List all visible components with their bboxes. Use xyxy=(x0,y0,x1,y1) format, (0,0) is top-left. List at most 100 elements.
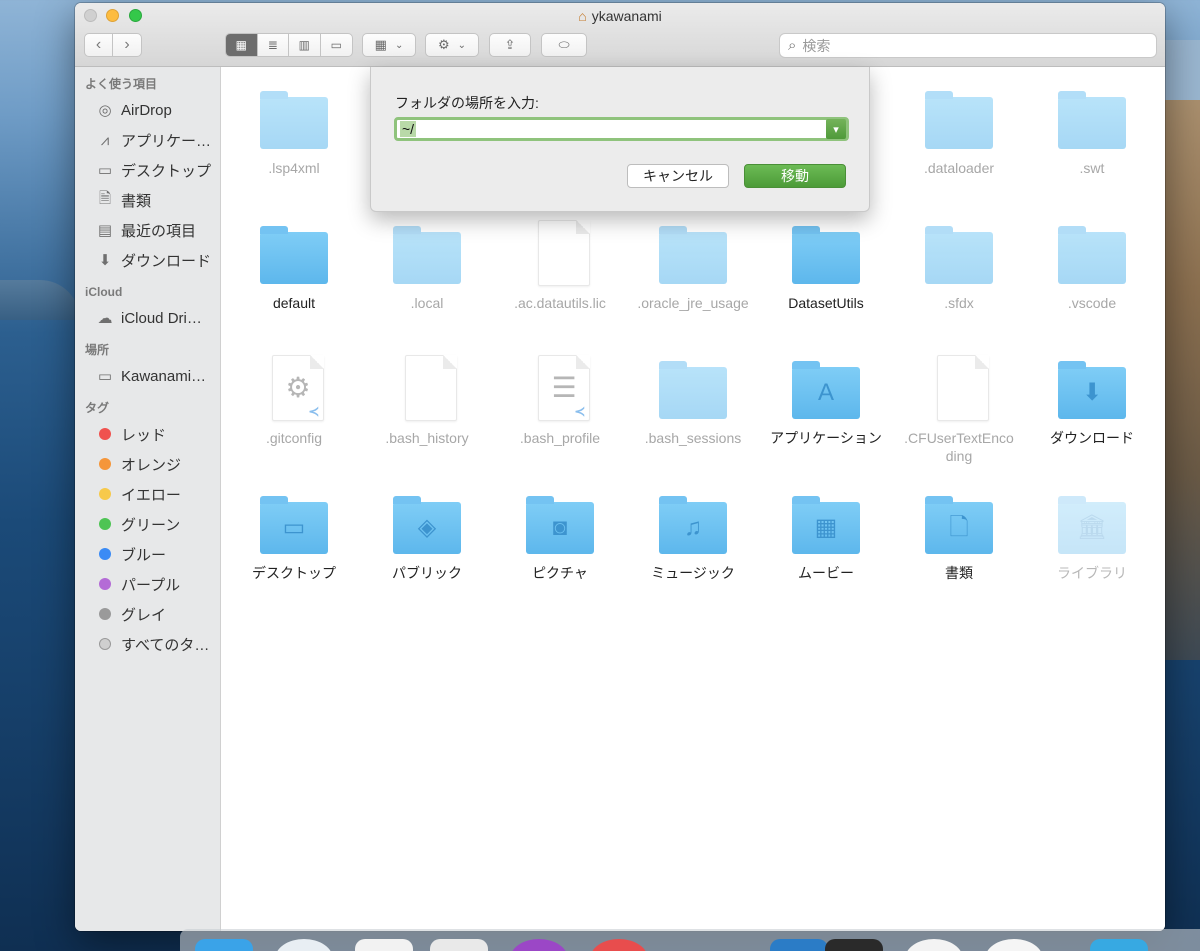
dock-app-vscode[interactable] xyxy=(770,939,828,951)
sidebar-item-tag-1[interactable]: オレンジ xyxy=(75,449,220,479)
search-field[interactable]: ⌕ 検索 xyxy=(779,33,1157,58)
dock-app-music[interactable] xyxy=(590,939,648,951)
sidebar-item-tag-4[interactable]: ブルー xyxy=(75,539,220,569)
file-item[interactable]: 🏛 ライブラリ xyxy=(1026,490,1158,582)
folder-icon xyxy=(1056,85,1128,149)
sidebar-item-label: レッド xyxy=(121,426,167,444)
sidebar-item-tag-6[interactable]: グレイ xyxy=(75,599,220,629)
chevron-left-icon: ‹ xyxy=(95,36,102,53)
folder-badge-icon: ♫ xyxy=(684,514,702,541)
file-item[interactable]: .ac.datautils.lic xyxy=(494,220,626,312)
sidebar-item-label: ダウンロード xyxy=(121,252,212,270)
document-icon: ☰ ≺ xyxy=(524,355,596,421)
file-item[interactable]: ▦ ムービー xyxy=(760,490,892,582)
file-item[interactable]: ☰ ≺ .bash_profile xyxy=(494,355,626,447)
dock-app-calendar[interactable] xyxy=(355,939,413,951)
dock-app-terminal[interactable] xyxy=(825,939,883,951)
file-name-label: 書類 xyxy=(945,565,973,581)
folder-badge-icon: ▦ xyxy=(814,514,838,541)
back-button[interactable]: ‹ xyxy=(85,34,114,56)
tag-button[interactable]: ⬭ xyxy=(541,33,587,57)
sidebar-item-favorite-2[interactable]: ▭ デスクトップ xyxy=(75,155,220,185)
file-item[interactable]: ⬇ ダウンロード xyxy=(1026,355,1158,447)
sidebar-item-favorite-0[interactable]: ◎ AirDrop xyxy=(75,95,220,125)
goto-folder-value: ~/ xyxy=(400,121,417,137)
file-name-label: .dataloader xyxy=(923,160,995,176)
go-button[interactable]: 移動 xyxy=(744,164,846,188)
file-item[interactable]: .lsp4xml xyxy=(228,85,360,177)
file-name-label: ダウンロード xyxy=(1050,430,1134,446)
dock-app-chrome[interactable] xyxy=(905,939,963,951)
sidebar-item-label: ブルー xyxy=(121,546,167,564)
sidebar-item-tag-3[interactable]: グリーン xyxy=(75,509,220,539)
folder-icon xyxy=(923,220,995,284)
file-item[interactable]: ◙ ピクチャ xyxy=(494,490,626,582)
folder-badge-icon: ◈ xyxy=(417,514,437,541)
sidebar-item-tag-5[interactable]: パープル xyxy=(75,569,220,599)
dock-app-finder[interactable] xyxy=(195,939,253,951)
cancel-button[interactable]: キャンセル xyxy=(627,164,729,188)
text-file-icon: ☰ xyxy=(551,372,577,403)
sidebar-item-tag-0[interactable]: レッド xyxy=(75,419,220,449)
downloads-icon: ⬇ xyxy=(98,252,112,269)
share-icon: ⇪ xyxy=(504,37,516,52)
document-icon: ⚙ ≺ xyxy=(258,355,330,421)
window-title-text: ykawanami xyxy=(591,8,662,24)
file-item[interactable]: A アプリケーション xyxy=(760,355,892,447)
sidebar-item-label: 最近の項目 xyxy=(121,222,197,240)
sidebar-item-tag-7[interactable]: すべてのタ… xyxy=(75,629,220,659)
goto-folder-input[interactable]: ~/ ▾ xyxy=(394,117,849,141)
file-item[interactable]: ♫ ミュージック xyxy=(627,490,759,582)
sidebar-item-favorite-5[interactable]: ⬇ ダウンロード xyxy=(75,245,220,275)
sidebar-item-label: オレンジ xyxy=(121,456,182,474)
sidebar-item-favorite-4[interactable]: ▤ 最近の項目 xyxy=(75,215,220,245)
icon-view-button[interactable]: ▦ xyxy=(226,34,258,56)
sidebar: よく使う項目 ◎ AirDrop ⩘ アプリケー… ▭ デスクトップ 🗎 書類 ▤ 最近の項目 ⬇ ダ… xyxy=(75,67,221,931)
file-item[interactable]: .swt xyxy=(1026,85,1158,177)
file-item[interactable]: ⚙ ≺ .gitconfig xyxy=(228,355,360,447)
chevron-down-icon: ▾ xyxy=(833,123,839,136)
file-item[interactable]: .bash_history xyxy=(361,355,493,447)
desktop-wallpaper-hill xyxy=(0,280,80,320)
file-name-label: .lsp4xml xyxy=(268,160,320,176)
sidebar-item-favorite-3[interactable]: 🗎 書類 xyxy=(75,185,220,215)
sidebar-item-favorite-1[interactable]: ⩘ アプリケー… xyxy=(75,125,220,155)
file-item[interactable]: ◈ パブリック xyxy=(361,490,493,582)
recents-icon: ▤ xyxy=(97,222,113,239)
file-item[interactable]: .vscode xyxy=(1026,220,1158,312)
group-by-button[interactable]: ▦ ⌄ xyxy=(362,33,416,57)
document-icon xyxy=(524,220,596,286)
sidebar-item-tag-2[interactable]: イエロー xyxy=(75,479,220,509)
dock-app-safari[interactable] xyxy=(275,939,333,951)
sidebar-item-location-0[interactable]: ▭ Kawanami… xyxy=(75,361,220,391)
gear-icon: ⚙ xyxy=(285,372,311,403)
dock-app-notes[interactable] xyxy=(430,939,488,951)
document-icon xyxy=(923,355,995,421)
file-item[interactable]: .oracle_jre_usage xyxy=(627,220,759,312)
file-item[interactable]: .bash_sessions xyxy=(627,355,759,447)
file-item[interactable]: .CFUserTextEncoding xyxy=(893,355,1025,465)
dock-app-podcasts[interactable] xyxy=(510,939,568,951)
dock-app-downloads[interactable] xyxy=(1090,939,1148,951)
file-name-label: .local xyxy=(410,295,444,311)
file-item[interactable]: .sfdx xyxy=(893,220,1025,312)
file-item[interactable]: default xyxy=(228,220,360,312)
file-item[interactable]: ▭ デスクトップ xyxy=(228,490,360,582)
forward-button[interactable]: › xyxy=(113,34,141,56)
sidebar-item-icloud-0[interactable]: ☁ iCloud Dri… xyxy=(75,303,220,333)
action-menu-button[interactable]: ⚙ ⌄ xyxy=(425,33,479,57)
vscode-badge-icon: ≺ xyxy=(574,403,586,419)
file-item[interactable]: .local xyxy=(361,220,493,312)
file-name-label: .bash_history xyxy=(385,430,469,446)
list-view-button[interactable]: ≣ xyxy=(258,34,289,56)
file-item[interactable]: DatasetUtils xyxy=(760,220,892,312)
file-item[interactable]: .dataloader xyxy=(893,85,1025,177)
share-button[interactable]: ⇪ xyxy=(489,33,531,57)
gallery-view-button[interactable]: ▭ xyxy=(321,34,352,56)
history-dropdown-button[interactable]: ▾ xyxy=(826,119,846,139)
file-item[interactable]: 🗋 書類 xyxy=(893,490,1025,582)
columns-icon: ▥ xyxy=(298,38,310,52)
tag-color-dot-icon xyxy=(99,548,111,560)
column-view-button[interactable]: ▥ xyxy=(289,34,321,56)
dock-app-preferences[interactable] xyxy=(985,939,1043,951)
